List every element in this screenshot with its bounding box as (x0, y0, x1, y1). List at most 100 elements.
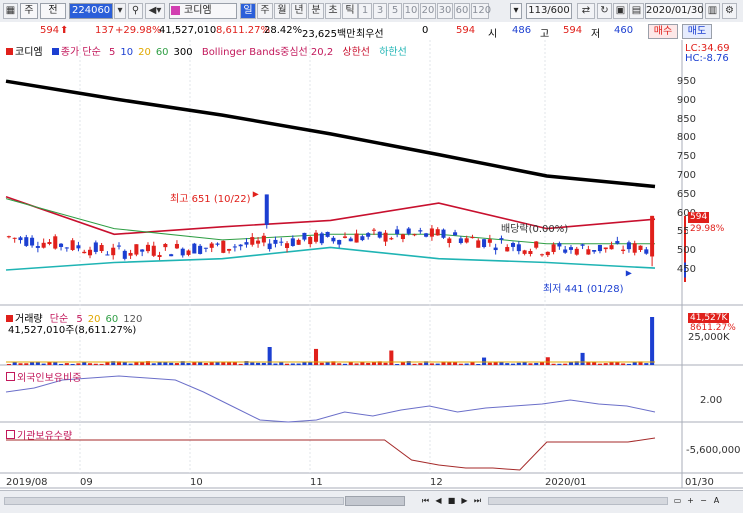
chart-canvas[interactable] (0, 40, 743, 512)
volume-bar (366, 362, 371, 365)
candle-body (574, 248, 579, 255)
period-button[interactable]: 틱 (342, 3, 358, 19)
compare-icon[interactable]: ⇄ (577, 3, 595, 19)
volume-bar (134, 362, 139, 365)
font-icon[interactable]: A (711, 495, 722, 507)
minute-button[interactable]: 1 (358, 3, 372, 19)
dropdown-chevron-icon[interactable]: ▾ (510, 3, 522, 19)
fit-icon[interactable]: ▭ (672, 495, 683, 507)
period-button[interactable]: 주 (257, 3, 273, 19)
foreign-legend: 외국인보유비중 (6, 369, 81, 384)
x-axis-label: 10 (190, 477, 203, 488)
minute-button[interactable]: 60 (454, 3, 470, 19)
type-select[interactable]: 주 (20, 3, 38, 19)
volume-bar (603, 363, 608, 365)
volume-bar (302, 362, 307, 365)
volume-bar (319, 362, 324, 365)
ma-period-label: 300 (173, 47, 193, 58)
next-icon[interactable]: ▶ (459, 495, 470, 507)
stop-icon[interactable]: ■ (446, 495, 457, 507)
x-axis-label: 09 (80, 477, 93, 488)
candle-body (348, 238, 353, 242)
chart-area[interactable]: 코디엠 종가 단순 5 10 20 60 300 Bollinger Bands중심선 … (0, 40, 743, 512)
minute-button[interactable]: 30 (437, 3, 453, 19)
market-select[interactable]: 전 (40, 3, 66, 19)
candle-body (453, 232, 458, 236)
zoom-track[interactable] (488, 497, 668, 505)
date-field[interactable]: 2020/01/30 (645, 3, 704, 19)
period-button[interactable]: 분 (308, 3, 324, 19)
inst-legend: 기관보유수량 (6, 427, 72, 442)
zoom-in-icon[interactable]: + (685, 495, 696, 507)
candle-body (493, 247, 498, 251)
volume-bar (609, 362, 614, 365)
period-button[interactable]: 년 (291, 3, 307, 19)
minute-button[interactable]: 20 (420, 3, 436, 19)
volume-value-line: 41,527,010주(8,611.27%) (8, 325, 137, 336)
save-icon[interactable]: ▣ (613, 3, 628, 19)
volume-bar (412, 363, 417, 365)
price-legend: 코디엠 종가 단순 5 10 20 60 300 Bollinger Bands중심선 … (6, 43, 407, 58)
volume-bar (429, 363, 434, 365)
candle-body (429, 228, 434, 237)
candle-body (313, 232, 319, 242)
prev-icon[interactable]: ◀ (433, 495, 444, 507)
scroll-thumb[interactable] (345, 496, 405, 506)
price-ytick: 850 (676, 113, 696, 125)
volume-bar (354, 363, 359, 365)
candle-body (308, 236, 313, 245)
volume-bar (256, 362, 261, 365)
refresh-icon[interactable]: ↻ (597, 3, 612, 19)
buy-button[interactable]: 매수 (648, 24, 678, 39)
current-price: 594 (40, 25, 60, 36)
period-button[interactable]: 월 (274, 3, 290, 19)
candle-body (99, 245, 104, 252)
volume-ytick: 25,000K (688, 332, 730, 343)
calendar-picker-icon[interactable]: ▥ (705, 3, 720, 19)
candle-body (250, 237, 255, 245)
volume-bar (563, 363, 568, 365)
volume-bar (313, 348, 319, 365)
quote-bar: 594 ⬆ 137 +29.98% 41,527,010 8,611.27% 2… (0, 22, 743, 41)
minute-button[interactable]: 10 (403, 3, 419, 19)
scroll-bar[interactable]: ⏮ ◀ ■ ▶ ⏭ ▭ + − A (0, 490, 743, 513)
volume-bar (261, 362, 266, 365)
period-button[interactable]: 일 (240, 3, 256, 19)
candle-body (371, 229, 376, 231)
settings-icon[interactable]: ⚙ (722, 3, 737, 19)
volume-bar (290, 363, 295, 365)
candle-body (273, 239, 278, 244)
volume-bar (476, 363, 481, 365)
low-annotation: 최저 441 (01/28) (543, 284, 624, 295)
count-field[interactable]: 113/600 (526, 3, 572, 19)
speaker-icon[interactable]: ◀▾ (145, 3, 165, 19)
last-icon[interactable]: ⏭ (472, 495, 483, 507)
sell-button[interactable]: 매도 (682, 24, 712, 39)
candle-body (400, 234, 405, 239)
first-icon[interactable]: ⏮ (420, 495, 431, 507)
scroll-track[interactable] (4, 497, 344, 505)
volume-bar (348, 362, 353, 365)
candle-body (499, 238, 504, 240)
candle-body (603, 247, 608, 250)
candle-body (418, 230, 423, 232)
grid-icon[interactable]: ▦ (3, 3, 18, 19)
zoom-out-icon[interactable]: − (698, 495, 709, 507)
volume-bar (383, 362, 388, 365)
candle-body (383, 232, 388, 242)
candle-body (70, 240, 75, 250)
x-axis-label: 2020/01 (545, 477, 587, 488)
minute-button[interactable]: 3 (373, 3, 387, 19)
volume-bar (308, 362, 313, 365)
period-button[interactable]: 초 (325, 3, 341, 19)
chevron-down-icon[interactable]: ▾ (114, 3, 126, 19)
code-input[interactable]: 224060 (69, 3, 113, 19)
volume-bar (453, 362, 458, 365)
minute-button[interactable]: 120 (471, 3, 491, 19)
search-icon[interactable]: ⚲ (128, 3, 143, 19)
minute-button[interactable]: 5 (388, 3, 402, 19)
bb-lower-label: 하한선 (379, 47, 407, 58)
calendar-icon[interactable]: ▤ (629, 3, 644, 19)
candle-body (116, 245, 122, 247)
volume-bar (215, 362, 220, 365)
